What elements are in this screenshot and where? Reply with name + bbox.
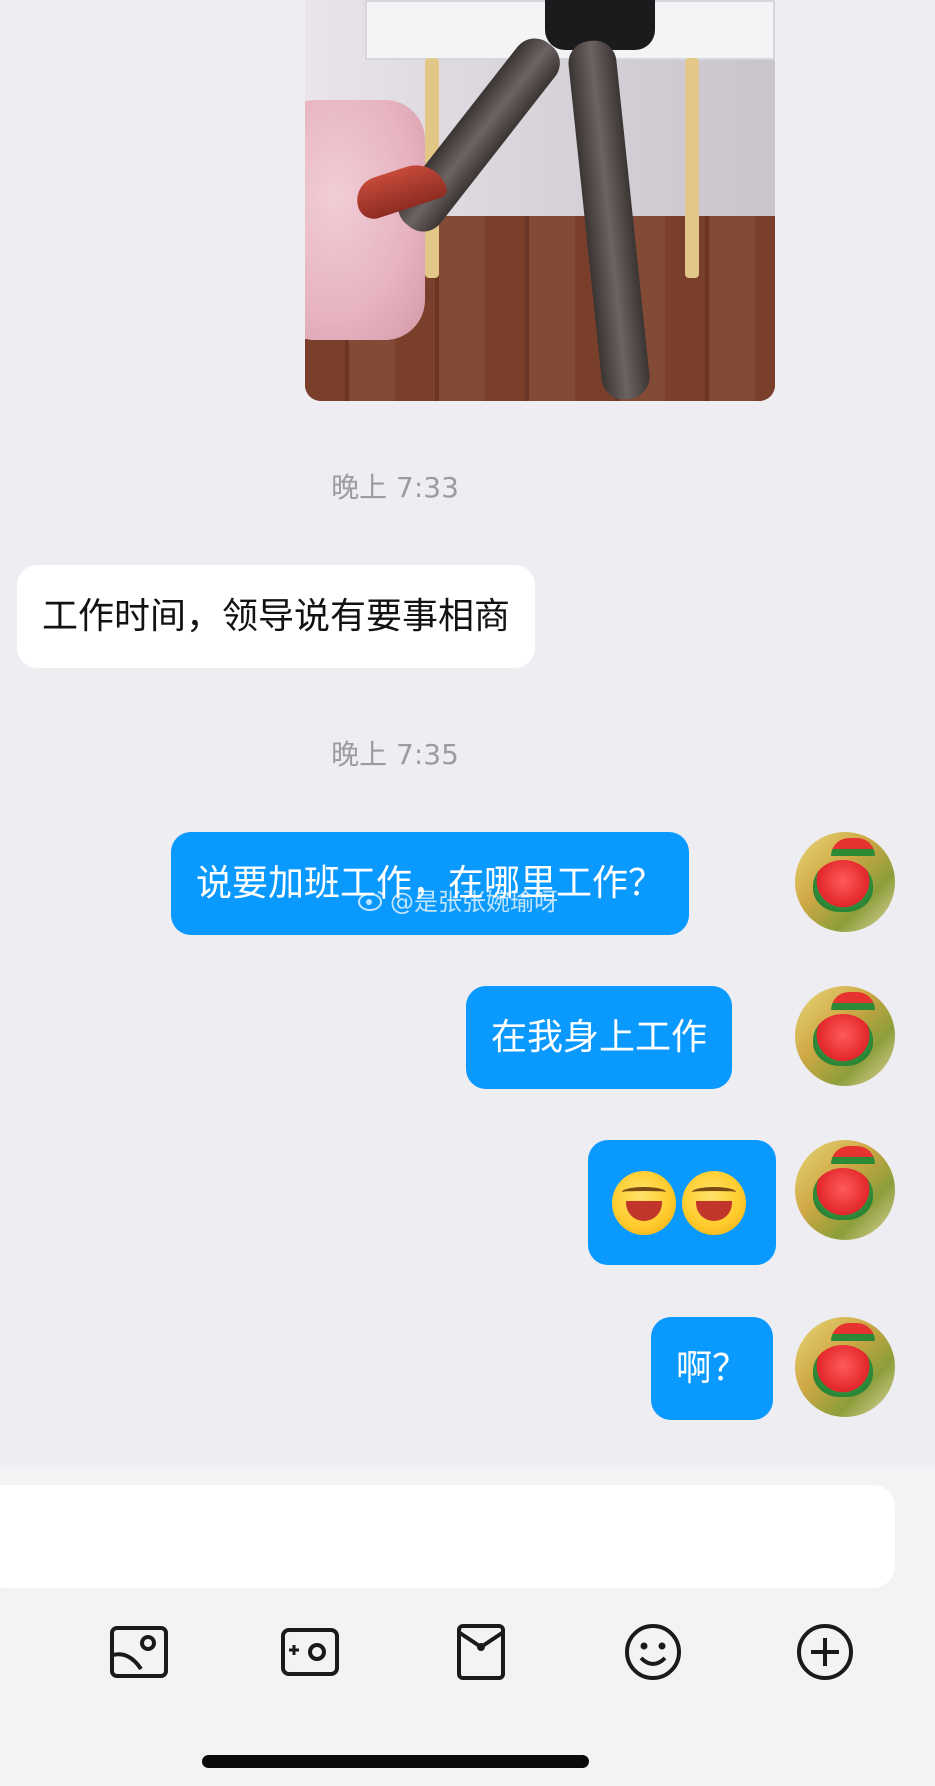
- avatar-slice: [831, 1146, 875, 1164]
- emoji-icon-glyph: [625, 1624, 681, 1680]
- timestamp: 晚上 7:35: [331, 738, 459, 771]
- laughing-crying-emoji-icon: [612, 1170, 676, 1235]
- message-bubble-sent[interactable]: 啊？: [651, 1317, 774, 1420]
- avatar-slice: [831, 838, 875, 856]
- user-avatar[interactable]: [795, 1140, 895, 1240]
- avatar-slice: [831, 992, 875, 1010]
- avatar-melon: [813, 1168, 873, 1220]
- watermark: @是张张婉瑜呀: [358, 882, 558, 917]
- user-avatar[interactable]: [795, 1317, 895, 1417]
- image-icon[interactable]: [104, 1617, 174, 1687]
- weibo-icon: [358, 890, 385, 911]
- timestamp: 晚上 7:33: [331, 471, 459, 504]
- avatar-slice: [831, 1323, 875, 1341]
- laughing-crying-emoji-icon: [682, 1170, 746, 1235]
- message-text: 工作时间，领导说有要事相商: [42, 595, 511, 637]
- message-text: 在我身上工作: [491, 1016, 708, 1058]
- composer-toolbar: [0, 1605, 935, 1715]
- avatar-melon: [813, 860, 873, 912]
- message-input[interactable]: [0, 1485, 895, 1588]
- camera-icon[interactable]: [275, 1617, 345, 1687]
- user-avatar[interactable]: [795, 986, 895, 1086]
- avatar-melon: [813, 1014, 873, 1066]
- watermark-text: @是张张婉瑜呀: [390, 888, 558, 916]
- plus-icon-glyph: [797, 1624, 853, 1680]
- message-bubble-received[interactable]: 工作时间，领导说有要事相商: [17, 565, 536, 668]
- message-bubble-sent[interactable]: 在我身上工作: [466, 986, 733, 1089]
- avatar-melon: [813, 1345, 873, 1397]
- camera-icon-glyph: [281, 1628, 339, 1676]
- received-photo[interactable]: [305, 0, 775, 401]
- image-icon-glyph: [110, 1626, 168, 1678]
- chat-area[interactable]: 晚上 7:33 工作时间，领导说有要事相商 晚上 7:35 说要加班工作，在哪里…: [0, 0, 935, 1465]
- user-avatar[interactable]: [795, 832, 895, 932]
- red-packet-icon[interactable]: [446, 1617, 516, 1687]
- emoji-icon[interactable]: [618, 1617, 688, 1687]
- home-indicator[interactable]: [202, 1755, 589, 1768]
- composer-area: [0, 1465, 935, 1786]
- plus-icon[interactable]: [790, 1617, 860, 1687]
- red-packet-icon-glyph: [457, 1624, 505, 1680]
- message-text: 啊？: [676, 1347, 749, 1389]
- photo-desk-leg: [685, 58, 699, 278]
- message-bubble-sent-emoji[interactable]: [588, 1140, 776, 1265]
